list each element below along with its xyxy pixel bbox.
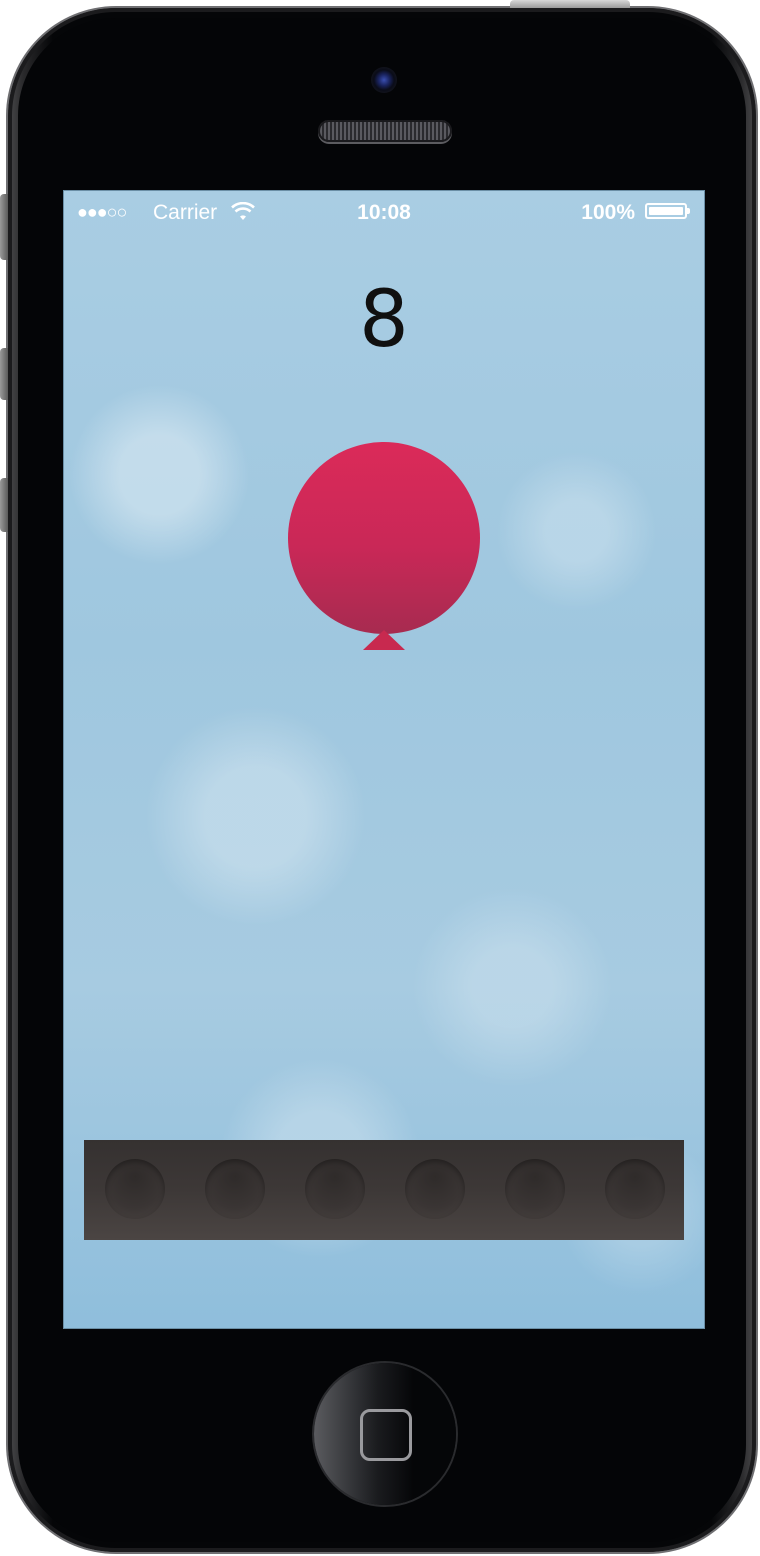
tray-slot xyxy=(305,1159,365,1219)
tray-slot xyxy=(405,1159,465,1219)
tray-slot xyxy=(605,1159,665,1219)
balloon-tray xyxy=(84,1140,684,1240)
home-button-icon xyxy=(360,1409,412,1461)
mute-switch xyxy=(0,194,8,260)
tray-slot xyxy=(505,1159,565,1219)
volume-up-button xyxy=(0,348,8,400)
status-bar: ●●●○○ Carrier 10:08 100% xyxy=(63,190,705,234)
earpiece-speaker xyxy=(318,120,452,142)
score-counter: 8 xyxy=(359,275,409,365)
battery-icon xyxy=(645,203,690,219)
power-button xyxy=(510,0,630,8)
home-button[interactable] xyxy=(314,1363,456,1505)
game-screen[interactable]: ●●●○○ Carrier 10:08 100% 8 xyxy=(63,190,705,1329)
tray-slot xyxy=(105,1159,165,1219)
tray-slot xyxy=(205,1159,265,1219)
balloon-knot xyxy=(363,630,405,650)
volume-down-button xyxy=(0,478,8,532)
battery-percentage: 100% xyxy=(581,201,635,224)
front-camera xyxy=(371,67,397,93)
balloon[interactable] xyxy=(288,442,480,634)
